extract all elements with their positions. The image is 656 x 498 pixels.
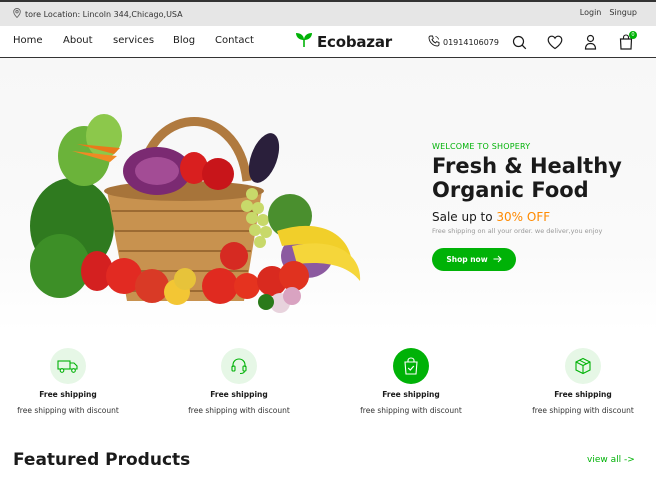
cart-count-badge: 0 bbox=[629, 31, 637, 39]
feature-desc: free shipping with discount bbox=[532, 406, 634, 415]
featured-products-heading: Featured Products bbox=[13, 450, 191, 470]
hero-headline: Fresh & Healthy Organic Food bbox=[432, 154, 647, 202]
view-all-link[interactable]: view all -> bbox=[587, 455, 635, 465]
feature-card: Free shipping free shipping with discoun… bbox=[336, 348, 486, 415]
leaf-icon bbox=[295, 32, 313, 52]
phone-number: 01914106079 bbox=[443, 37, 499, 47]
phone-icon bbox=[428, 35, 440, 49]
nav-contact[interactable]: Contact bbox=[215, 35, 254, 46]
feature-desc: free shipping with discount bbox=[188, 406, 290, 415]
feature-title: Free shipping bbox=[39, 390, 97, 399]
hero-banner: WELCOME TO SHOPERY Fresh & Healthy Organ… bbox=[0, 58, 656, 331]
feature-card: Free shipping free shipping with discoun… bbox=[164, 348, 314, 415]
nav-about[interactable]: About bbox=[63, 35, 113, 46]
truck-icon bbox=[50, 348, 86, 384]
auth-links: Login Singup bbox=[580, 8, 637, 17]
top-bar: tore Location: Lincoln 344,Chicago,USA L… bbox=[0, 0, 656, 26]
hero-subtext: Free shipping on all your order. we deli… bbox=[432, 227, 603, 235]
bag-icon[interactable]: 0 bbox=[617, 31, 637, 51]
headset-icon bbox=[221, 348, 257, 384]
hero-headline-line1: Fresh & Healthy bbox=[432, 154, 622, 178]
store-location-text: tore Location: Lincoln 344,Chicago,USA bbox=[25, 9, 183, 19]
sale-prefix: Sale up to bbox=[432, 210, 497, 224]
search-icon[interactable] bbox=[510, 33, 528, 51]
shop-now-label: Shop now bbox=[446, 255, 488, 264]
nav-services[interactable]: services bbox=[113, 35, 173, 46]
feature-card: Free shipping free shipping with discoun… bbox=[0, 348, 143, 415]
shop-now-button[interactable]: Shop now bbox=[432, 248, 516, 271]
nav-actions: 01914106079 0 bbox=[428, 31, 637, 51]
arrow-right-icon bbox=[493, 255, 502, 265]
package-icon bbox=[565, 348, 601, 384]
nav-links: Home About services Blog Contact bbox=[13, 35, 254, 46]
feature-title: Free shipping bbox=[210, 390, 268, 399]
shopping-bag-check-icon bbox=[393, 348, 429, 384]
vegetable-basket-image bbox=[30, 114, 361, 313]
login-link[interactable]: Login bbox=[580, 8, 602, 17]
location-pin-icon bbox=[13, 8, 21, 20]
hero-eyebrow: WELCOME TO SHOPERY bbox=[432, 142, 531, 151]
hero-headline-line2: Organic Food bbox=[432, 178, 589, 202]
nav-home[interactable]: Home bbox=[13, 35, 63, 46]
brand-name: Ecobazar bbox=[317, 33, 392, 51]
store-location: tore Location: Lincoln 344,Chicago,USA bbox=[13, 8, 183, 20]
user-icon[interactable] bbox=[581, 33, 599, 51]
brand-logo[interactable]: Ecobazar bbox=[295, 32, 392, 52]
phone-contact[interactable]: 01914106079 bbox=[428, 35, 506, 49]
main-nav: Home About services Blog Contact Ecobaza… bbox=[0, 26, 656, 58]
signup-link[interactable]: Singup bbox=[609, 8, 637, 17]
feature-title: Free shipping bbox=[382, 390, 440, 399]
nav-blog[interactable]: Blog bbox=[173, 35, 215, 46]
feature-title: Free shipping bbox=[554, 390, 612, 399]
sale-percent: 30% OFF bbox=[496, 210, 551, 224]
feature-desc: free shipping with discount bbox=[360, 406, 462, 415]
features-strip: Free shipping free shipping with discoun… bbox=[0, 331, 656, 431]
feature-desc: free shipping with discount bbox=[17, 406, 119, 415]
hero-copy: WELCOME TO SHOPERY Fresh & Healthy Organ… bbox=[432, 142, 647, 271]
sale-text: Sale up to 30% OFF bbox=[432, 210, 647, 224]
heart-icon[interactable] bbox=[546, 33, 564, 51]
feature-card: Free shipping free shipping with discoun… bbox=[508, 348, 656, 415]
